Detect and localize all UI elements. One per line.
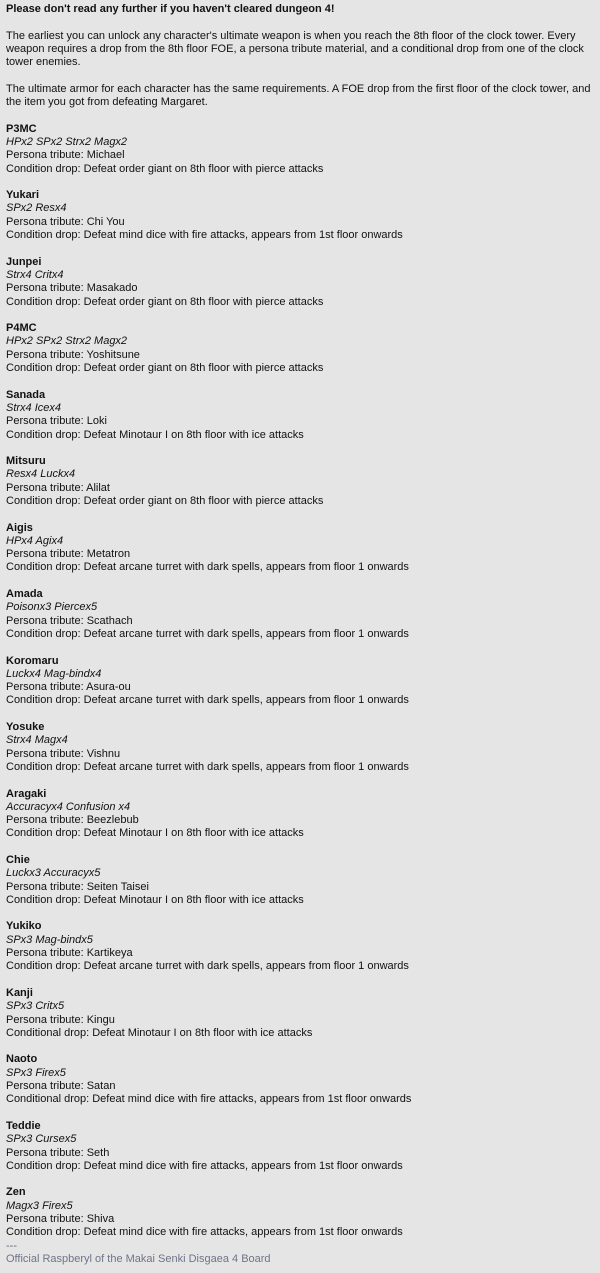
- persona-tribute: Persona tribute: Asura-ou: [6, 681, 131, 694]
- character-entry: Aigis HPx4 Agix4 Persona tribute: Metatron…: [6, 522, 594, 575]
- condition-drop: Condition drop: Defeat arcane turret wit…: [6, 561, 409, 574]
- character-name: Amada: [6, 588, 43, 601]
- persona-tribute: Persona tribute: Masakado: [6, 282, 138, 295]
- character-entry: Zen Magx3 Firex5 Persona tribute: Shiva Con…: [6, 1186, 594, 1239]
- persona-tribute: Persona tribute: Scathach: [6, 614, 133, 627]
- character-entry: Koromaru Luckx4 Mag-bindx4 Persona tribute…: [6, 655, 594, 708]
- persona-tribute: Persona tribute: Beezlebub: [6, 814, 139, 827]
- character-entry: Mitsuru Resx4 Luckx4 Persona tribute: Alil…: [6, 455, 594, 508]
- persona-tribute: Persona tribute: Yoshitsune: [6, 348, 140, 361]
- condition-drop: Conditional drop: Defeat mind dice with …: [6, 1093, 412, 1106]
- condition-drop: Condition drop: Defeat mind dice with fi…: [6, 1159, 403, 1172]
- character-skills: SPx2 Resx4: [6, 202, 67, 215]
- character-entry: Yosuke Strx4 Magx4 Persona tribute: Vishnu…: [6, 721, 594, 774]
- character-name: Mitsuru: [6, 455, 46, 468]
- character-skills: Strx4 Magx4: [6, 734, 68, 747]
- condition-drop: Condition drop: Defeat arcane turret wit…: [6, 960, 409, 973]
- persona-tribute: Persona tribute: Alilat: [6, 481, 110, 494]
- condition-drop: Condition drop: Defeat mind dice with fi…: [6, 1226, 403, 1239]
- character-entry: Teddie SPx3 Cursex5 Persona tribute: Seth C…: [6, 1120, 594, 1173]
- persona-tribute: Persona tribute: Satan: [6, 1080, 116, 1093]
- character-entry: Yukiko SPx3 Mag-bindx5 Persona tribute: Ka…: [6, 920, 594, 973]
- character-skills: Poisonx3 Piercex5: [6, 601, 98, 614]
- signature-separator: ---: [6, 1239, 17, 1252]
- character-name: P4MC: [6, 322, 37, 335]
- character-name: Kanji: [6, 986, 33, 999]
- character-entry: P3MC HPx2 SPx2 Strx2 Magx2 Persona tribute…: [6, 123, 594, 176]
- persona-tribute: Persona tribute: Loki: [6, 415, 107, 428]
- condition-drop: Condition drop: Defeat arcane turret wit…: [6, 760, 409, 773]
- condition-drop: Condition drop: Defeat Minotaur I on 8th…: [6, 893, 304, 906]
- character-skills: SPx3 Mag-bindx5: [6, 933, 93, 946]
- character-skills: HPx4 Agix4: [6, 534, 64, 547]
- character-name: Yukari: [6, 189, 40, 202]
- condition-drop: Condition drop: Defeat order giant on 8t…: [6, 162, 324, 175]
- character-skills: Luckx3 Accuracyx5: [6, 867, 101, 880]
- character-entry: Junpei Strx4 Critx4 Persona tribute: Masak…: [6, 256, 594, 309]
- persona-tribute: Persona tribute: Kartikeya: [6, 947, 133, 960]
- character-name: Aragaki: [6, 787, 47, 800]
- character-skills: SPx3 Critx5: [6, 1000, 65, 1013]
- persona-tribute: Persona tribute: Michael: [6, 149, 125, 162]
- intro-paragraph-weapon: The earliest you can unlock any characte…: [6, 29, 584, 69]
- character-entry: Amada Poisonx3 Piercex5 Persona tribute: S…: [6, 588, 594, 641]
- persona-tribute: Persona tribute: Seiten Taisei: [6, 880, 149, 893]
- character-skills: Strx4 Critx4: [6, 268, 64, 281]
- persona-tribute: Persona tribute: Metatron: [6, 548, 131, 561]
- character-entry: Yukari SPx2 Resx4 Persona tribute: Chi You…: [6, 189, 594, 242]
- character-name: Sanada: [6, 388, 46, 401]
- character-name: Aigis: [6, 521, 33, 534]
- persona-tribute: Persona tribute: Vishnu: [6, 747, 121, 760]
- condition-drop: Conditional drop: Defeat Minotaur I on 8…: [6, 1026, 313, 1039]
- forum-post: Please don't read any further if you hav…: [0, 0, 600, 1273]
- persona-tribute: Persona tribute: Seth: [6, 1146, 110, 1159]
- persona-tribute: Persona tribute: Kingu: [6, 1013, 115, 1026]
- character-skills: Strx4 Icex4: [6, 401, 62, 414]
- condition-drop: Condition drop: Defeat order giant on 8t…: [6, 494, 324, 507]
- character-skills: HPx2 SPx2 Strx2 Magx2: [6, 135, 128, 148]
- character-name: Zen: [6, 1186, 26, 1199]
- condition-drop: Condition drop: Defeat Minotaur I on 8th…: [6, 827, 304, 840]
- character-list: P3MC HPx2 SPx2 Strx2 Magx2 Persona tribute…: [6, 123, 594, 1240]
- character-name: Koromaru: [6, 654, 59, 667]
- character-name: Naoto: [6, 1053, 38, 1066]
- condition-drop: Condition drop: Defeat Minotaur I on 8th…: [6, 428, 304, 441]
- character-entry: Chie Luckx3 Accuracyx5 Persona tribute: Se…: [6, 854, 594, 907]
- persona-tribute: Persona tribute: Shiva: [6, 1213, 115, 1226]
- intro-paragraph-armor: The ultimate armor for each character ha…: [6, 82, 591, 109]
- condition-drop: Condition drop: Defeat mind dice with fi…: [6, 229, 403, 242]
- signature: Official Raspberyl of the Makai Senki Di…: [6, 1252, 271, 1265]
- character-skills: SPx3 Firex5: [6, 1066, 66, 1079]
- condition-drop: Condition drop: Defeat order giant on 8t…: [6, 362, 324, 375]
- condition-drop: Condition drop: Defeat order giant on 8t…: [6, 295, 324, 308]
- character-entry: Aragaki Accuracyx4 Confusion x4 Persona tr…: [6, 788, 594, 841]
- character-name: P3MC: [6, 122, 37, 135]
- character-skills: HPx2 SPx2 Strx2 Magx2: [6, 335, 128, 348]
- character-entry: Kanji SPx3 Critx5 Persona tribute: Kingu Co…: [6, 987, 594, 1040]
- character-entry: Sanada Strx4 Icex4 Persona tribute: Loki Co…: [6, 389, 594, 442]
- character-skills: Luckx4 Mag-bindx4: [6, 667, 102, 680]
- condition-drop: Condition drop: Defeat arcane turret wit…: [6, 627, 409, 640]
- character-skills: SPx3 Cursex5: [6, 1133, 77, 1146]
- character-entry: P4MC HPx2 SPx2 Strx2 Magx2 Persona tribute…: [6, 322, 594, 375]
- character-name: Junpei: [6, 255, 42, 268]
- character-name: Chie: [6, 854, 30, 866]
- character-skills: Accuracyx4 Confusion x4: [6, 800, 131, 813]
- persona-tribute: Persona tribute: Chi You: [6, 215, 125, 228]
- spoiler-warning: Please don't read any further if you hav…: [6, 3, 335, 15]
- character-skills: Resx4 Luckx4: [6, 468, 76, 481]
- character-skills: Magx3 Firex5: [6, 1199, 73, 1212]
- character-name: Yukiko: [6, 920, 42, 933]
- character-entry: Naoto SPx3 Firex5 Persona tribute: Satan Co…: [6, 1053, 594, 1106]
- character-name: Teddie: [6, 1119, 41, 1132]
- condition-drop: Condition drop: Defeat arcane turret wit…: [6, 694, 409, 707]
- character-name: Yosuke: [6, 721, 45, 734]
